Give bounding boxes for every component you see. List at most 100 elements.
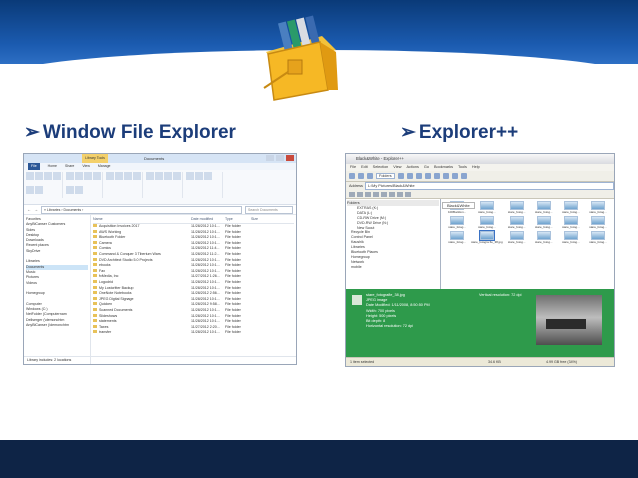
refresh-icon[interactable] [460, 173, 467, 179]
thumbnail-item[interactable]: stare_fotog... [504, 216, 530, 230]
maximize-button[interactable] [276, 155, 284, 161]
thumbnail-item[interactable]: stare_fotog... [558, 216, 584, 230]
tab-black-white[interactable]: Black&White [442, 202, 475, 209]
file-list: Name Date modified Type Size Acquisition… [91, 215, 296, 364]
image-thumbnail-icon [479, 201, 494, 210]
back-icon[interactable] [349, 173, 355, 179]
folders-button[interactable]: Folders [376, 173, 395, 179]
thumbnail-item[interactable]: stare_fotog... [471, 216, 503, 230]
menu-item[interactable]: Bookmarks [434, 164, 453, 171]
open-group[interactable] [146, 172, 183, 198]
thumbnail-item[interactable]: stare_fotog... [444, 231, 470, 245]
drive-icon[interactable] [357, 191, 363, 197]
drive-icon[interactable] [381, 191, 387, 197]
organize-group[interactable] [66, 172, 103, 198]
heading-explorerpp: ➢ Explorer++ [400, 122, 519, 143]
tab-manage[interactable]: Manage [98, 163, 111, 170]
search-input[interactable]: Search Documents [245, 205, 293, 214]
search-icon[interactable] [442, 173, 449, 179]
back-arrow-icon[interactable]: ← [27, 207, 31, 212]
windows-explorer-window: Library Tools Documents File Home Share … [23, 153, 297, 365]
menu-item[interactable]: Go [424, 164, 429, 171]
image-thumbnail-icon [590, 201, 605, 210]
up-icon[interactable] [367, 173, 373, 179]
folder-icon [93, 246, 97, 250]
menu-item[interactable]: Help [472, 164, 480, 171]
image-thumbnail-icon [478, 230, 495, 241]
drive-icon[interactable] [373, 191, 379, 197]
thumbnail-item[interactable]: stare_fotog... [585, 231, 611, 245]
thumbnail-item[interactable]: stare_fotog... [531, 216, 557, 230]
thumbnail-item[interactable]: stare_fotog... [558, 201, 584, 215]
column-type[interactable]: Type [225, 217, 251, 223]
image-thumbnail-icon [590, 216, 605, 225]
menu-item[interactable]: File [350, 164, 356, 171]
folder-icon [93, 257, 97, 261]
thumbnail-item[interactable]: stare_fotog... [531, 201, 557, 215]
column-date[interactable]: Date modified [191, 217, 225, 223]
thumbnail-label: stare_fotog... [562, 240, 580, 244]
folder-icon [93, 313, 97, 317]
tab-view[interactable]: View [82, 163, 90, 170]
menu-item[interactable]: Selection [373, 164, 389, 171]
image-thumbnail-icon [536, 231, 551, 240]
thumbnail-item[interactable]: stare_fotog... [558, 231, 584, 245]
folder-icon [93, 224, 97, 227]
thumbnail-item[interactable]: stare_fotog... [444, 216, 470, 230]
image-thumbnail-icon [509, 216, 524, 225]
image-thumbnail-icon [509, 201, 524, 210]
thumbnail-item[interactable]: stare_fotog... [504, 201, 530, 215]
nav-item[interactable]: AnyBiCanser (\demonchtm [26, 323, 88, 328]
forward-arrow-icon[interactable]: → [34, 207, 38, 212]
thumbnail-item[interactable]: stare_fotog... [531, 231, 557, 245]
tree-item[interactable]: mobile [347, 265, 439, 270]
thumbnail-item[interactable]: stare_fotog... [585, 216, 611, 230]
drive-icon[interactable] [405, 191, 411, 197]
address-input[interactable]: « Libraries › Documents › [41, 205, 242, 214]
ribbon-tabs: File Home Share View Manage [24, 163, 296, 170]
menu-item[interactable]: Edit [361, 164, 368, 171]
table-row[interactable]: transfer 11/28/2012 10:1... File folder [93, 330, 294, 336]
file-type-icon [352, 295, 362, 305]
drive-icon[interactable] [397, 191, 403, 197]
new-group[interactable] [106, 172, 143, 198]
address-input[interactable]: L:\My Pictures\Black&White [364, 182, 614, 190]
drive-icon[interactable] [389, 191, 395, 197]
menu-bar: File Edit Selection View Actions Go Bookmarks T… [346, 164, 614, 171]
menu-item[interactable]: Actions [406, 164, 418, 171]
library-tools-tab[interactable]: Library Tools [82, 154, 108, 163]
column-name[interactable]: Name [93, 217, 191, 223]
tab-file[interactable]: File [28, 163, 40, 170]
thumbnail-item[interactable]: stare_fotogra fie_38.jpg [471, 230, 503, 245]
thumbnail-label: stare_fotog... [448, 240, 466, 244]
tab-share[interactable]: Share [65, 163, 74, 170]
status-bar: 1 item selected 34.6 KB 4.99 GB free (34… [346, 357, 614, 366]
folder-icon [93, 251, 97, 255]
folder-icon [93, 235, 97, 239]
views-icon[interactable] [451, 173, 458, 179]
tab-home[interactable]: Home [48, 163, 57, 170]
folder-icon [93, 268, 97, 272]
column-size[interactable]: Size [251, 217, 271, 223]
cut-icon[interactable] [397, 173, 404, 179]
paste-icon[interactable] [415, 173, 422, 179]
forward-icon[interactable] [358, 173, 364, 179]
thumbnail-label: stare_fotogra fie_38.jpg [471, 240, 503, 244]
folder-icon [93, 274, 97, 278]
close-button[interactable] [286, 155, 294, 161]
drive-icon[interactable] [349, 191, 355, 197]
copy-icon[interactable] [406, 173, 413, 179]
drive-icon[interactable] [365, 191, 371, 197]
thumbnail-label: stare_fotog... [507, 240, 526, 244]
menu-item[interactable]: View [393, 164, 401, 171]
explorerpp-window: Black&White - Explorer++ File Edit Selecti… [345, 153, 615, 367]
thumbnail-item[interactable]: stare_fotog... [585, 201, 611, 215]
menu-item[interactable]: Tools [458, 164, 467, 171]
thumbnail-item[interactable]: stare_fotog... [504, 231, 530, 245]
minimize-button[interactable] [266, 155, 274, 161]
properties-icon[interactable] [433, 173, 440, 179]
thumbnail-item[interactable]: stare_fotog... [471, 201, 503, 215]
select-group[interactable] [186, 172, 223, 198]
delete-icon[interactable] [424, 173, 431, 179]
clipboard-group[interactable] [26, 172, 63, 198]
